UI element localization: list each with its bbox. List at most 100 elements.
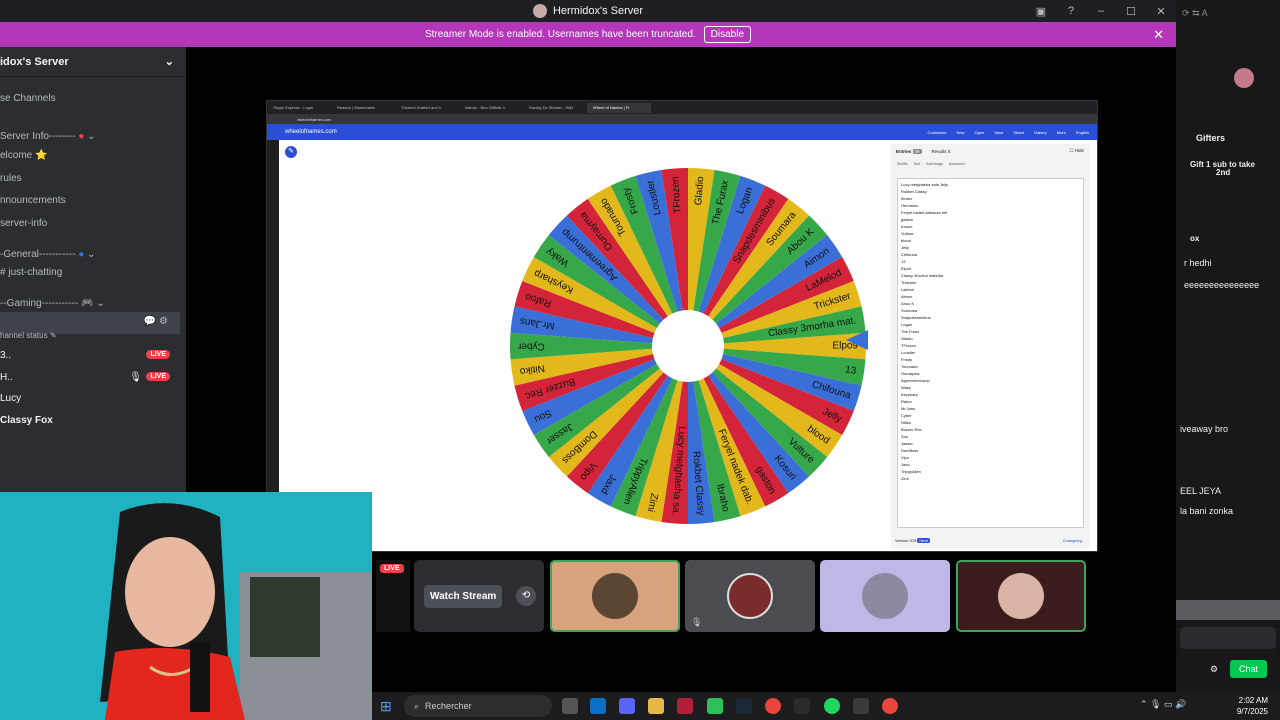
category-general[interactable]: -General----------- ● ⌄ bbox=[0, 249, 96, 260]
app-icon[interactable] bbox=[677, 698, 693, 714]
entry-line: Jaxd bbox=[901, 462, 910, 467]
member-name: Classy Fox bbox=[0, 415, 53, 426]
menu-customize[interactable]: Customize bbox=[928, 130, 947, 135]
file-explorer-icon[interactable] bbox=[648, 698, 664, 714]
category-server-info[interactable]: Server Info-------- ● ⌄ bbox=[0, 131, 96, 142]
browse-channels[interactable]: se Channels bbox=[0, 93, 56, 104]
spotify-icon[interactable] bbox=[824, 698, 840, 714]
help-icon[interactable]: ? bbox=[1056, 5, 1086, 17]
browser-tab[interactable]: Themed Drafted and V bbox=[395, 103, 459, 113]
chrome-icon[interactable] bbox=[882, 698, 898, 714]
participant-tile[interactable] bbox=[820, 560, 950, 632]
menu-new[interactable]: New bbox=[956, 130, 964, 135]
chat-send-button[interactable]: Chat bbox=[1230, 660, 1267, 678]
member-row[interactable]: 3.. LIVE bbox=[0, 350, 186, 361]
entry-line: Soumara bbox=[901, 308, 918, 313]
sort-button[interactable]: Sort bbox=[914, 162, 920, 166]
category-gaming[interactable]: --Gaming----------- 🎮 ⌄ bbox=[0, 298, 105, 309]
stream-tile-watch[interactable]: Watch Stream ⟲ bbox=[414, 560, 544, 632]
menu-share[interactable]: Share bbox=[1013, 130, 1024, 135]
menu-more[interactable]: More bbox=[1057, 130, 1066, 135]
browser-tab[interactable]: Skype Express - Login bbox=[267, 103, 331, 113]
channel-status[interactable]: hannel status ✎ bbox=[0, 331, 57, 340]
close-window-icon[interactable]: ✕ bbox=[1146, 5, 1176, 18]
task-view-icon[interactable] bbox=[562, 698, 578, 714]
sidebar-item-welcome[interactable]: elcome ⭐ bbox=[0, 150, 47, 161]
participant-tile[interactable] bbox=[956, 560, 1086, 632]
popout-icon[interactable]: ⟲ bbox=[516, 586, 536, 606]
entry-line: Abou K bbox=[901, 301, 915, 306]
server-icon bbox=[532, 4, 547, 18]
chrome-icon[interactable] bbox=[765, 698, 781, 714]
chat-message: iveaway bro bbox=[1180, 424, 1229, 434]
close-banner-icon[interactable]: ✕ bbox=[1153, 27, 1164, 43]
gear-icon[interactable]: ⚙ bbox=[1210, 664, 1218, 675]
tab-entries[interactable]: Entries 49 bbox=[896, 148, 922, 154]
menu-save[interactable]: Save bbox=[994, 130, 1003, 135]
member-row[interactable]: Classy Fox bbox=[0, 415, 53, 426]
muted-mic-icon: 🎙 bbox=[129, 372, 142, 383]
pencil-icon[interactable]: ✎ bbox=[285, 146, 297, 158]
taskbar-search[interactable]: ⌕ Rechercher bbox=[404, 695, 552, 717]
sidebar-item-label: -General----------- bbox=[0, 249, 76, 260]
entry-line: Sou bbox=[901, 434, 909, 439]
entry-line: Chifouna bbox=[901, 252, 918, 257]
clock-date: 9/7/2025 bbox=[1236, 707, 1268, 716]
minimize-icon[interactable]: – bbox=[1086, 5, 1116, 17]
watch-stream-button[interactable]: Watch Stream bbox=[424, 584, 503, 608]
browser-tab-active[interactable]: Wheel of Names | Fr bbox=[587, 102, 651, 113]
add-image-button[interactable]: Add image bbox=[926, 162, 943, 166]
stream-tile-live[interactable]: LIVE bbox=[376, 560, 410, 632]
wheel-center-button[interactable] bbox=[652, 310, 724, 382]
entries-footer: Version 378 New! Changelog bbox=[895, 538, 1086, 543]
server-header[interactable]: idox's Server ⌄ bbox=[0, 47, 186, 77]
hide-toggle[interactable]: ☐ Hide bbox=[1069, 148, 1084, 154]
avatar bbox=[727, 573, 773, 619]
participant-tile[interactable] bbox=[550, 560, 680, 632]
taskbar-clock[interactable]: 2:02 AM 9/7/2025 bbox=[1237, 695, 1268, 717]
member-name: 3.. bbox=[0, 350, 12, 361]
member-row[interactable]: Lucy bbox=[0, 393, 21, 404]
member-name: Lucy bbox=[0, 393, 22, 404]
steam-icon[interactable] bbox=[736, 698, 752, 714]
member-row[interactable]: H.. 🎙 LIVE bbox=[0, 372, 186, 383]
advanced-checkbox[interactable]: Advanced bbox=[949, 162, 965, 166]
entry-line: Nitiko bbox=[901, 420, 912, 425]
menu-language[interactable]: English bbox=[1076, 130, 1089, 135]
entries-textarea[interactable]: Lucy metghasha sala Jelly Rokbet Classy Ib… bbox=[897, 178, 1084, 528]
url-bar[interactable]: wheelofnames.com bbox=[267, 114, 1097, 124]
pencil-icon: ✎ bbox=[49, 331, 57, 340]
changelog-link[interactable]: Changelog bbox=[1063, 538, 1082, 543]
inbox-icon[interactable]: ▣ bbox=[1026, 5, 1056, 18]
menu-gallery[interactable]: Gallery bbox=[1034, 130, 1047, 135]
app-icon[interactable] bbox=[794, 698, 810, 714]
calculator-icon[interactable] bbox=[853, 698, 869, 714]
tab-results-label: Results bbox=[931, 148, 947, 154]
maximize-icon[interactable]: ☐ bbox=[1116, 5, 1146, 18]
shuffle-button[interactable]: Shuffle bbox=[897, 162, 908, 166]
entries-tabs: Entries 49 Results 0 ☐ Hide bbox=[891, 144, 1090, 158]
disable-streamer-mode-button[interactable]: Disable bbox=[703, 26, 752, 43]
sidebar-item-label: se Channels bbox=[0, 93, 56, 104]
discord-icon[interactable] bbox=[619, 698, 635, 714]
entry-line: Jelly bbox=[901, 245, 910, 250]
name-wheel[interactable]: Elpo913ChifounaJellybloodVultureKosuriga… bbox=[508, 166, 868, 526]
wheel-label: Gladio bbox=[693, 176, 706, 206]
windows-start-icon[interactable]: ⊞ bbox=[380, 698, 392, 715]
sidebar-item-announcements[interactable]: nnouncements bbox=[0, 195, 66, 206]
menu-open[interactable]: Open bbox=[974, 130, 984, 135]
browser-tab[interactable]: Racing Dx Stricker - Wiki bbox=[523, 103, 587, 113]
chat-input[interactable] bbox=[1180, 627, 1276, 649]
app-icon[interactable] bbox=[707, 698, 723, 714]
tab-results[interactable]: Results 0 bbox=[932, 149, 951, 154]
participant-tile[interactable]: 🎙 bbox=[685, 560, 815, 632]
outlook-icon[interactable] bbox=[590, 698, 606, 714]
banner-text: Streamer Mode is enabled. Usernames have… bbox=[424, 29, 696, 40]
voice-chat-icon[interactable]: 💬 ⚙ bbox=[144, 316, 168, 327]
browser-tab[interactable]: Reactor | Maréchales bbox=[331, 103, 395, 113]
sidebar-item-server-info[interactable]: server-info bbox=[0, 218, 47, 229]
sidebar-item-rules[interactable]: rules bbox=[0, 173, 22, 184]
tray-icons[interactable]: ⌃ 🎙 ▭ 🔊 bbox=[1140, 699, 1186, 710]
browser-tab[interactable]: Naruto - Bon Difficile V bbox=[459, 103, 523, 113]
sidebar-item-just-chatting[interactable]: # just-chatting bbox=[0, 267, 62, 278]
